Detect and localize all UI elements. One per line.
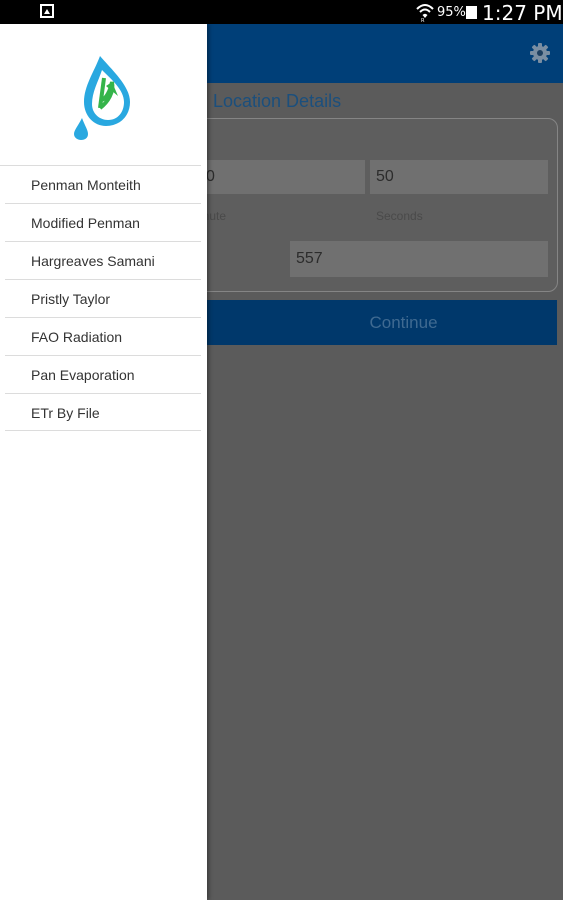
menu-item-hargreaves-samani[interactable]: Hargreaves Samani <box>5 241 201 279</box>
water-drop-logo <box>74 56 130 140</box>
menu-item-modified-penman[interactable]: Modified Penman <box>5 203 201 241</box>
wifi-icon: R <box>416 4 434 22</box>
drawer-menu: Penman Monteith Modified Penman Hargreav… <box>0 165 201 431</box>
gallery-icon <box>40 4 54 18</box>
navigation-drawer: Penman Monteith Modified Penman Hargreav… <box>0 24 207 900</box>
menu-item-pan-evaporation[interactable]: Pan Evaporation <box>5 355 201 393</box>
menu-item-etr-by-file[interactable]: ETr By File <box>5 393 201 431</box>
seconds-caption: Seconds <box>376 209 423 223</box>
battery-icon <box>466 6 477 19</box>
menu-item-penman-monteith[interactable]: Penman Monteith <box>0 165 201 203</box>
elevation-input[interactable]: 557 <box>290 241 548 277</box>
status-bar: R 95% 1:27 PM <box>0 0 563 25</box>
svg-text:R: R <box>421 18 425 22</box>
clock: 1:27 PM <box>482 1 563 25</box>
menu-item-pristly-taylor[interactable]: Pristly Taylor <box>5 279 201 317</box>
minute-input[interactable]: 0 <box>200 160 365 194</box>
page-title: Location Details <box>213 91 342 111</box>
battery-percent: 95% <box>437 5 466 20</box>
seconds-input[interactable]: 50 <box>370 160 548 194</box>
gear-icon[interactable] <box>529 42 551 64</box>
menu-item-fao-radiation[interactable]: FAO Radiation <box>5 317 201 355</box>
